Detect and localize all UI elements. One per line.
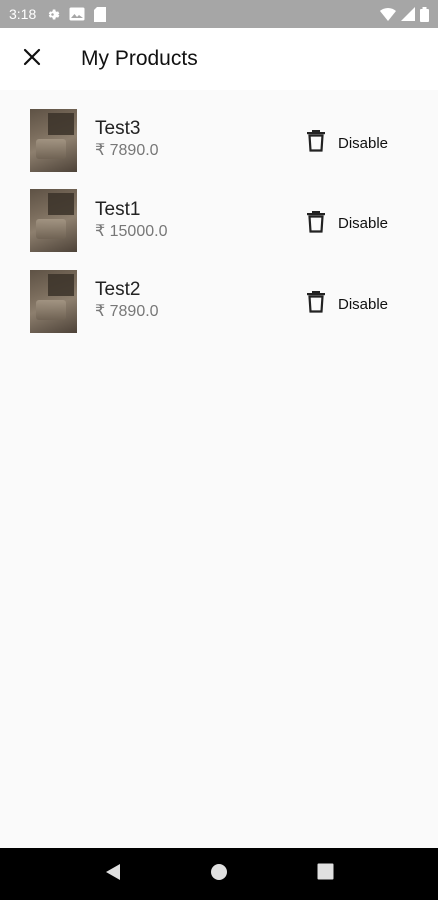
back-icon: [105, 863, 121, 886]
product-info: Test2 ₹ 7890.0: [95, 279, 159, 323]
product-info: Test1 ₹ 15000.0: [95, 199, 167, 243]
trash-icon: [306, 129, 326, 157]
status-time: 3:18: [9, 6, 37, 22]
product-row: Test3 ₹ 7890.0 Disable: [0, 100, 438, 181]
sd-card-icon: [94, 6, 107, 22]
signal-icon: [401, 7, 415, 21]
product-name: Test2: [95, 279, 141, 300]
disable-label: Disable: [338, 295, 389, 313]
gear-icon: [45, 7, 60, 22]
product-price: ₹ 7890.0: [95, 142, 159, 159]
product-price: ₹ 7890.0: [95, 303, 159, 320]
product-thumbnail: [30, 189, 77, 253]
disable-label: Disable: [338, 215, 389, 232]
close-button[interactable]: [0, 28, 64, 90]
product-name: Test3: [95, 118, 141, 139]
home-button[interactable]: [199, 854, 239, 894]
product-price: ₹ 15000.0: [95, 222, 168, 240]
disable-label: Disable: [338, 134, 389, 152]
screen: 3:18 My Products Test3 ₹ 7890.0 Disable …: [0, 0, 438, 900]
trash-icon: [306, 290, 326, 318]
close-icon: [23, 48, 41, 71]
product-row: Test2 ₹ 7890.0 Disable: [0, 261, 438, 342]
product-list: Test3 ₹ 7890.0 Disable Test1 ₹ 15000.0 D…: [0, 100, 438, 342]
wifi-icon: [380, 7, 396, 21]
product-thumbnail: [30, 108, 77, 172]
disable-button[interactable]: Disable: [306, 129, 388, 157]
product-thumbnail: [30, 269, 77, 333]
disable-button[interactable]: Disable: [306, 290, 388, 318]
photo-icon: [69, 7, 85, 21]
page-title: My Products: [81, 47, 198, 70]
recents-button[interactable]: [305, 854, 345, 894]
product-info: Test3 ₹ 7890.0: [95, 118, 159, 162]
battery-icon: [420, 6, 429, 22]
app-bar: My Products: [0, 28, 438, 90]
nav-bar: [0, 848, 438, 900]
back-button[interactable]: [93, 854, 133, 894]
disable-button[interactable]: Disable: [306, 210, 388, 238]
product-name: Test1: [95, 198, 141, 220]
trash-icon: [306, 210, 326, 238]
recents-icon: [317, 863, 334, 885]
home-icon: [210, 863, 228, 886]
status-bar: 3:18: [0, 0, 438, 28]
product-row: Test1 ₹ 15000.0 Disable: [0, 181, 438, 262]
